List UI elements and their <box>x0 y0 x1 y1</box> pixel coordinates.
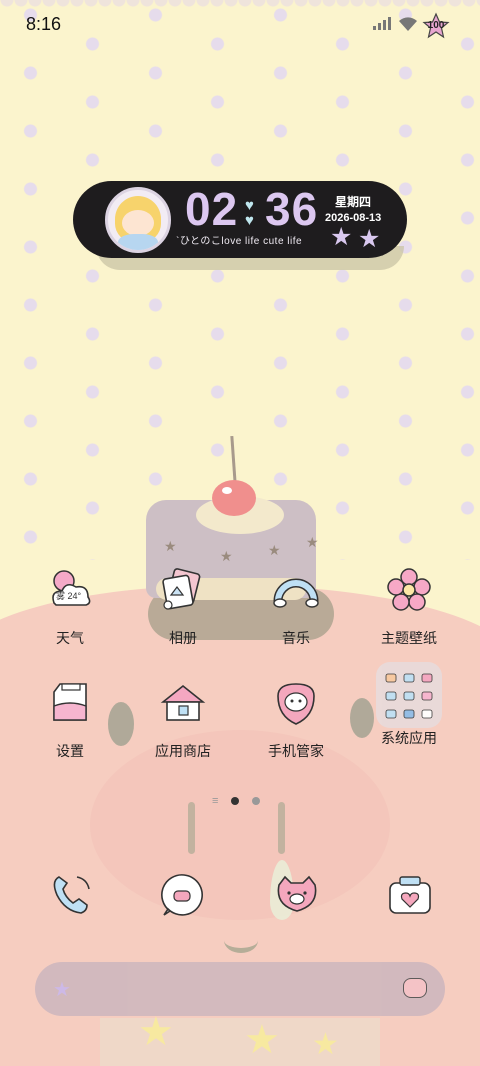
status-bar: 8:16 100 <box>0 0 480 48</box>
app-phone-manager[interactable]: 手机管家 <box>246 680 346 761</box>
app-label: 相册 <box>169 630 197 646</box>
app-label: 应用商店 <box>155 743 211 759</box>
battery-level: 100 <box>427 20 445 31</box>
app-gallery[interactable]: 相册 <box>133 567 233 648</box>
app-weather[interactable]: 雾 24° 天气 <box>20 567 120 648</box>
phone-icon[interactable] <box>47 871 95 919</box>
star-icon: ★ <box>306 534 319 550</box>
page-dot <box>252 797 261 805</box>
battery-icon: 100 <box>422 12 450 40</box>
app-label: 设置 <box>56 743 84 759</box>
app-theme[interactable]: 主题壁纸 <box>359 567 459 648</box>
app-music[interactable]: 音乐 <box>246 567 346 648</box>
search-bar[interactable]: ★ <box>35 962 445 1016</box>
star-icon: ★ <box>220 548 233 564</box>
wifi-icon <box>398 16 418 37</box>
star-icon: ★ <box>164 538 177 554</box>
avatar-face <box>122 210 154 236</box>
star-icon: ★ <box>53 979 71 1001</box>
widget-slogan: `ひとのこlove life cute life <box>176 236 303 247</box>
clock-minutes: 36 <box>265 183 319 235</box>
cherry-highlight <box>222 487 232 494</box>
wallpaper-line <box>278 802 285 854</box>
app-store[interactable]: 应用商店 <box>133 680 233 761</box>
cherry <box>212 480 256 516</box>
avatar-body <box>118 234 158 250</box>
clock-colon-hearts: ♥ ♥ <box>245 197 254 229</box>
system-apps-folder-icon <box>376 662 442 728</box>
gallery-icon <box>159 567 207 615</box>
page-indicator[interactable]: ≡ <box>212 795 261 807</box>
music-icon <box>272 567 320 615</box>
cherry-stem <box>230 435 237 485</box>
star-icon: ★ <box>244 1018 280 1062</box>
star-icon: ★ <box>358 225 381 253</box>
theme-icon <box>385 567 433 615</box>
star-icon: ★ <box>312 1028 339 1061</box>
star-icon: ★ <box>138 1010 174 1054</box>
app-store-icon <box>159 680 207 728</box>
app-label: 音乐 <box>282 630 310 646</box>
wallpaper-line <box>188 802 195 854</box>
messages-icon[interactable] <box>160 871 208 919</box>
page-dot-current <box>231 797 240 805</box>
clock-widget[interactable]: 02 ♥ ♥ 36 星期四 2026-08-13 `ひとのこlove life c… <box>73 181 407 258</box>
clock-weekday: 星期四 <box>335 195 372 209</box>
app-label: 系统应用 <box>381 730 437 746</box>
app-system-folder[interactable]: 系统应用 <box>359 662 459 748</box>
star-icon: ★ <box>268 542 281 558</box>
app-settings[interactable]: 设置 <box>20 680 120 761</box>
camera-icon[interactable] <box>386 871 434 919</box>
star-icon: ★ <box>330 223 353 251</box>
wallpaper-mouth <box>224 928 258 953</box>
weather-text: 雾 24° <box>56 591 82 601</box>
signal-icon <box>373 17 391 30</box>
pig-icon <box>403 978 427 998</box>
app-label: 天气 <box>56 630 84 646</box>
clock-hours: 02 <box>185 183 239 235</box>
phone-manager-icon <box>272 680 320 728</box>
weather-icon: 雾 24° <box>46 567 94 615</box>
app-label: 手机管家 <box>268 743 324 759</box>
status-time: 8:16 <box>26 14 62 34</box>
browser-icon[interactable] <box>273 871 321 919</box>
avatar <box>105 187 171 253</box>
page-menu-icon: ≡ <box>212 795 219 807</box>
app-label: 主题壁纸 <box>381 630 437 646</box>
settings-icon <box>46 680 94 728</box>
